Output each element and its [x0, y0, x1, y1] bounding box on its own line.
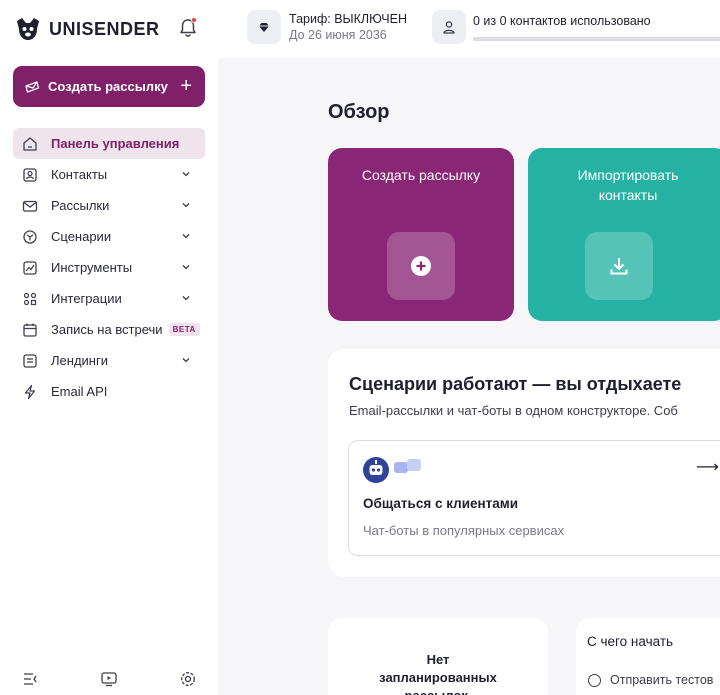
page-title: Обзор: [328, 101, 390, 123]
scenarios-card-subtitle: Email-рассылки и чат-боты в одном констр…: [349, 403, 678, 418]
chevron-down-icon: [182, 358, 190, 363]
download-icon: [585, 232, 653, 300]
tools-icon: [22, 260, 38, 276]
scenarios-card-title: Сценарии работают — вы отдыхаете: [349, 374, 682, 394]
user-icon: [432, 10, 466, 44]
chevron-down-icon: [182, 296, 190, 301]
chevron-down-icon: [182, 265, 190, 270]
sidebar-item-email-api[interactable]: Email API: [13, 376, 205, 407]
getting-started-item[interactable]: Отправить тестов: [588, 673, 713, 687]
create-campaign-label: Создать рассылку: [48, 79, 168, 94]
notifications-bell[interactable]: [178, 17, 198, 39]
scenarios-icon: [22, 229, 38, 245]
chevron-down-icon: [182, 203, 190, 208]
video-icon[interactable]: [100, 670, 118, 688]
scheduled-campaigns-card: Нет запланированных рассылок.: [328, 618, 548, 695]
chatbots-option-title: Общаться с клиентами: [363, 496, 519, 511]
sidebar-footer: [0, 666, 218, 695]
tile-label: Создать рассылку: [361, 167, 481, 183]
tariff-label: Тариф: ВЫКЛЮЧЕН: [289, 11, 407, 26]
sidebar-item-label: Панель управления: [51, 136, 180, 151]
chatbots-option-subtitle: Чат-боты в популярных сервисах: [363, 523, 565, 538]
dog-logo-icon: [17, 18, 39, 40]
mail-icon: [22, 198, 38, 214]
sidebar-item-contacts[interactable]: Контакты: [13, 159, 205, 190]
letter-icon: [25, 80, 40, 93]
getting-started-card: С чего начать Отправить тестов: [576, 618, 720, 695]
plus-circle-icon: [387, 232, 455, 300]
getting-started-title: С чего начать: [587, 634, 674, 649]
beta-badge: BETA: [168, 323, 200, 336]
sidebar-item-label: Email API: [51, 384, 108, 399]
settings-gear-icon[interactable]: [179, 670, 197, 688]
tariff-info[interactable]: Тариф: ВЫКЛЮЧЕН До 26 июня 2036: [247, 10, 407, 44]
sidebar-item-label: Рассылки: [51, 198, 110, 213]
create-campaign-button[interactable]: Создать рассылку +: [13, 66, 205, 107]
scenarios-card: Сценарии работают — вы отдыхаете Email-р…: [328, 349, 720, 577]
sidebar-item-landings[interactable]: Лендинги: [13, 345, 205, 376]
integrations-icon: [22, 291, 38, 307]
create-campaign-tile[interactable]: Создать рассылку: [328, 148, 514, 321]
contacts-usage-text: 0 из 0 контактов использовано: [473, 14, 651, 28]
sidebar-item-label: Контакты: [51, 167, 108, 182]
sidebar-nav: Панель управления Контакты Рассылки Сцен…: [13, 128, 205, 407]
tile-label: Импортировать контакты: [577, 167, 679, 203]
top-header: UNISENDER Тариф: ВЫКЛЮЧЕН До 26 июня 203…: [0, 0, 720, 58]
radio-icon: [588, 673, 601, 687]
chevron-down-icon: [182, 172, 190, 177]
chatbots-option[interactable]: ⟶ Общаться с клиентами Чат-боты в популя…: [348, 440, 720, 556]
lightning-icon: [22, 384, 38, 400]
arrow-right-icon: ⟶: [696, 459, 719, 476]
contacts-icon: [22, 167, 38, 183]
sidebar-item-label: Сценарии: [51, 229, 112, 244]
sidebar-item-campaigns[interactable]: Рассылки: [13, 190, 205, 221]
chevron-down-icon: [182, 234, 190, 239]
contacts-usage[interactable]: 0 из 0 контактов использовано: [432, 10, 720, 44]
sidebar-item-tools[interactable]: Инструменты: [13, 252, 205, 283]
sidebar-item-dashboard[interactable]: Панель управления: [13, 128, 205, 159]
sidebar-item-integrations[interactable]: Интеграции: [13, 283, 205, 314]
sidebar-item-label: Лендинги: [51, 353, 108, 368]
diamond-icon: [247, 10, 281, 44]
collapse-menu-icon[interactable]: [21, 670, 39, 688]
sidebar-item-label: Инструменты: [51, 260, 133, 275]
sidebar-item-label: Интеграции: [51, 291, 122, 306]
plus-icon: +: [180, 75, 192, 97]
import-contacts-tile[interactable]: Импортировать контакты: [528, 148, 720, 321]
sidebar-item-label: Запись на встречи: [51, 322, 163, 337]
chatbot-icon: [363, 457, 421, 483]
sidebar: Создать рассылку + Панель управления Кон…: [0, 58, 218, 695]
logo-text: UNISENDER: [49, 18, 160, 39]
calendar-icon: [22, 322, 38, 338]
getting-started-item-label: Отправить тестов: [610, 673, 714, 687]
tariff-until: До 26 июня 2036: [289, 27, 387, 42]
sidebar-item-scenarios[interactable]: Сценарии: [13, 221, 205, 252]
scheduled-empty-text: Нет запланированных рассылок.: [379, 652, 497, 695]
sidebar-item-meetings[interactable]: Запись на встречи BETA: [13, 314, 205, 345]
home-icon: [22, 136, 38, 152]
contacts-usage-bar: [473, 37, 720, 41]
notification-dot: [191, 17, 197, 23]
landing-icon: [22, 353, 38, 369]
logo[interactable]: UNISENDER: [13, 15, 160, 43]
main-content: Обзор Создать рассылку Импортировать кон…: [218, 58, 720, 695]
